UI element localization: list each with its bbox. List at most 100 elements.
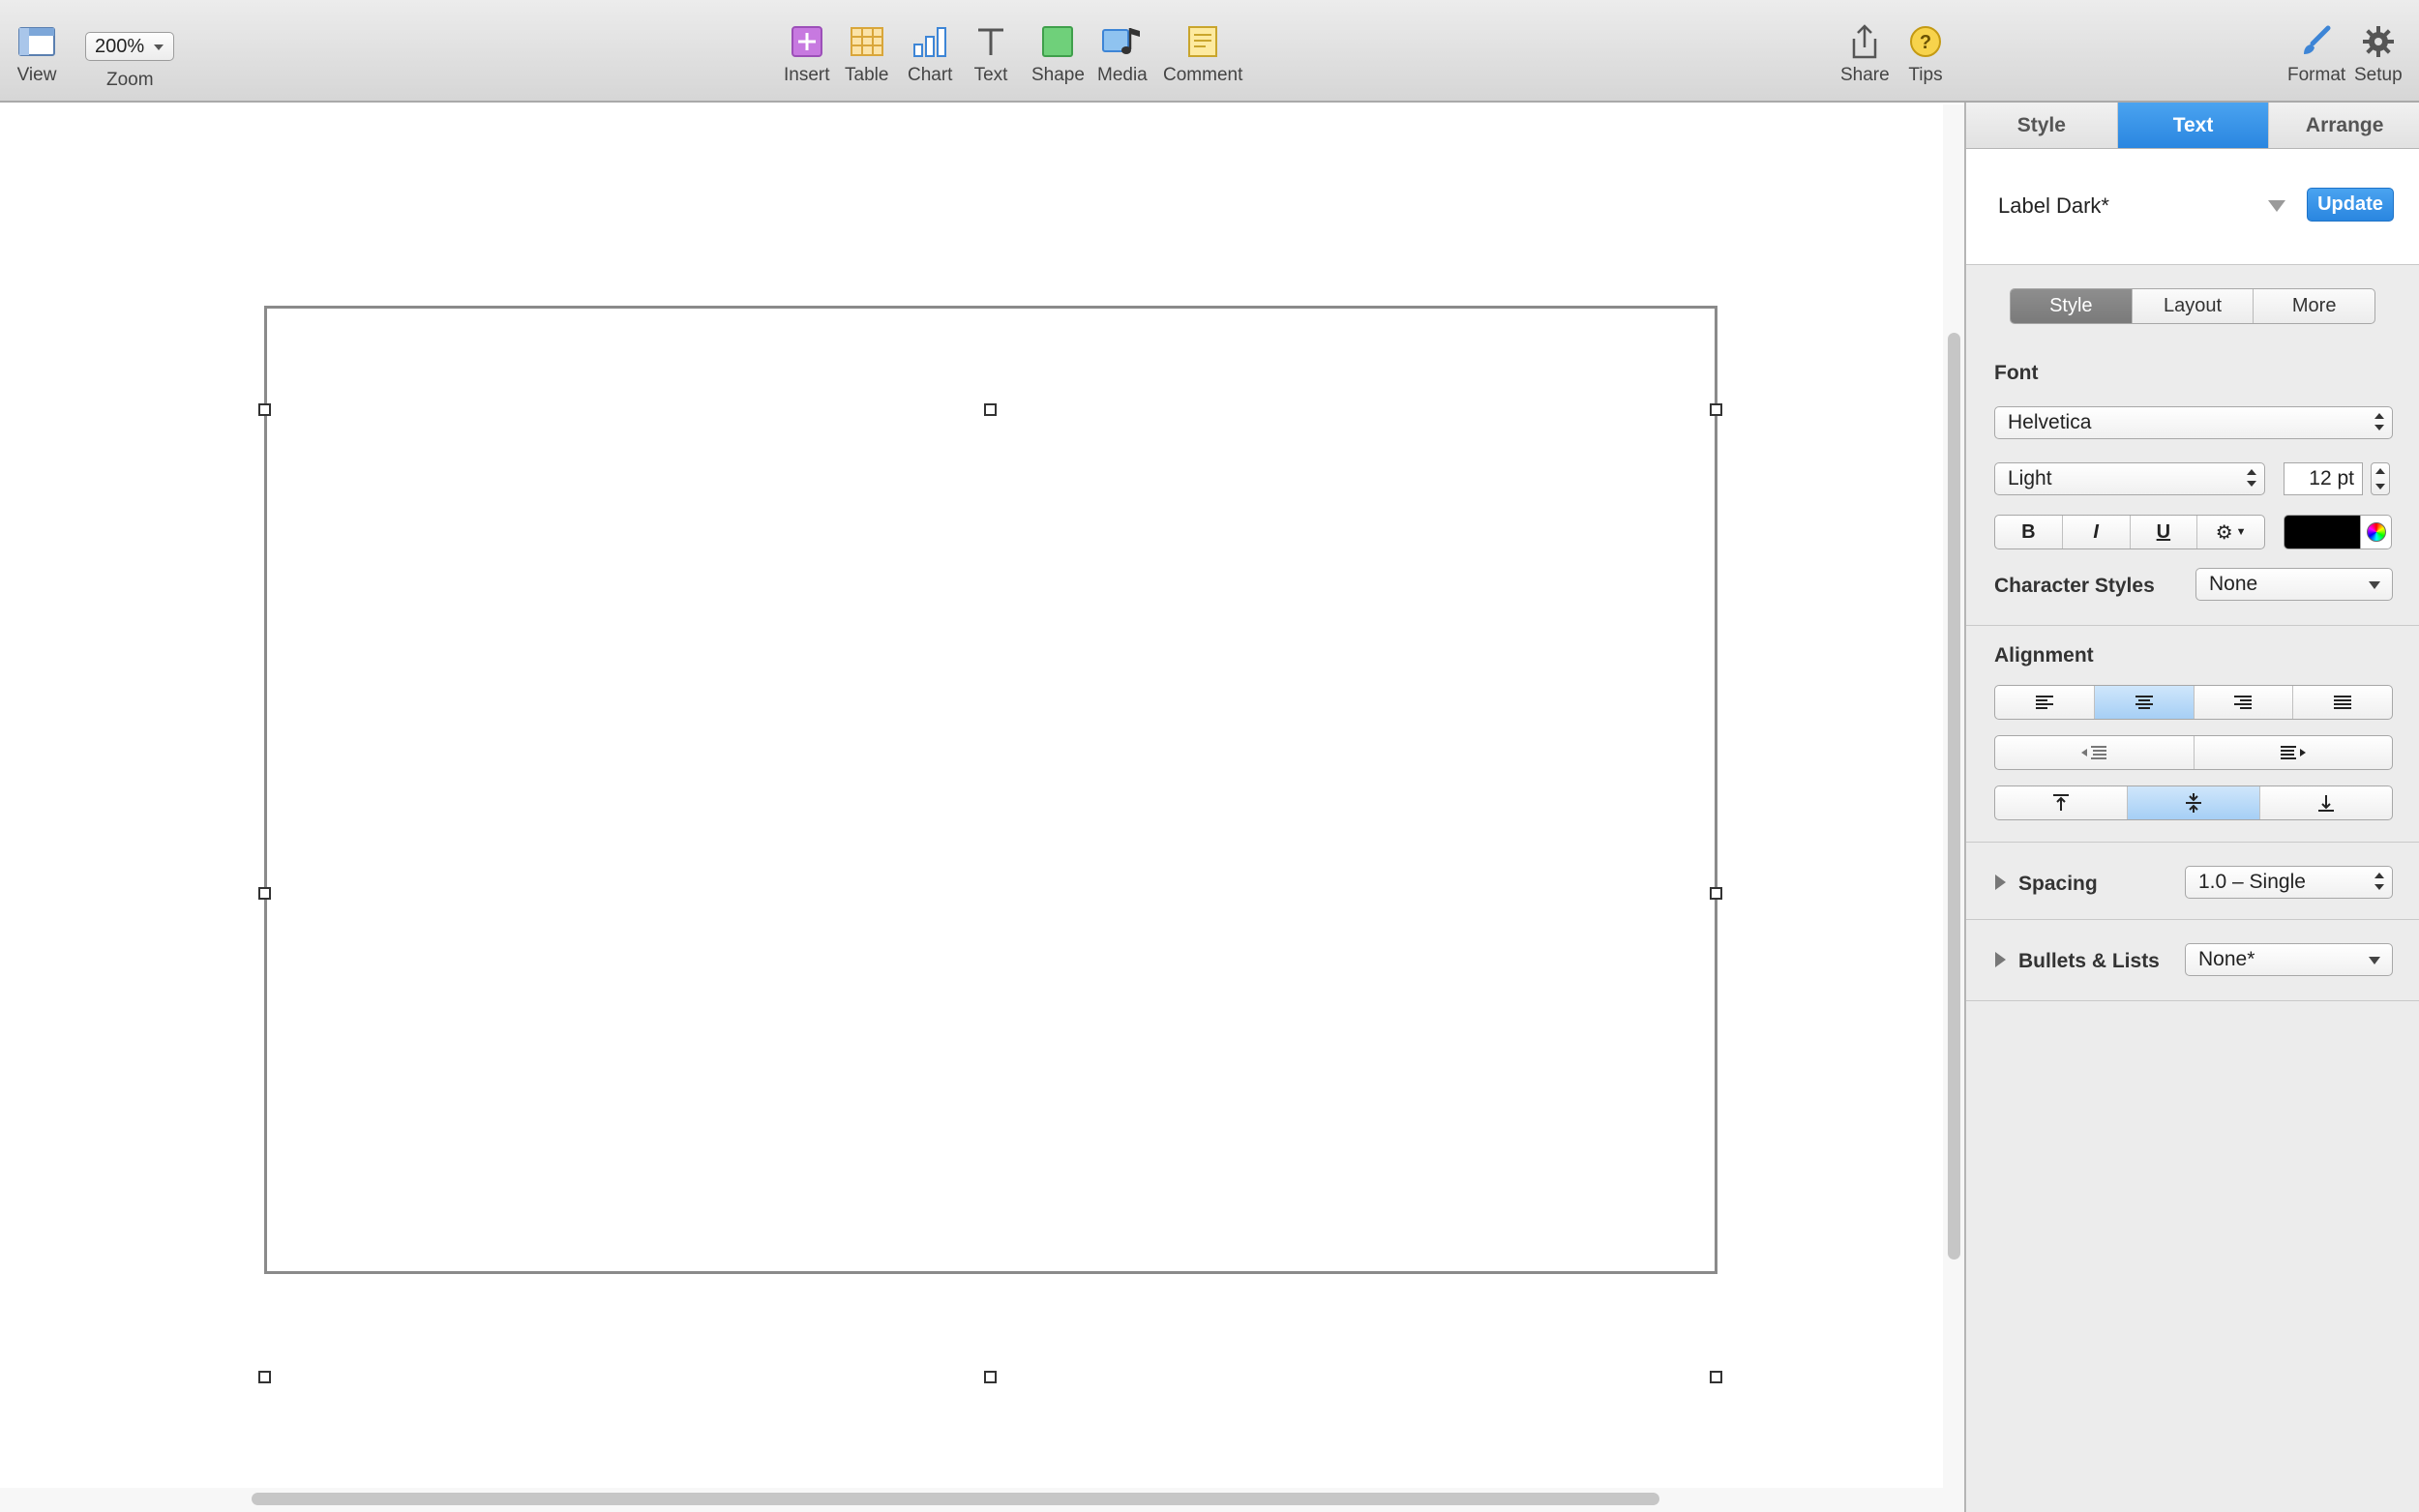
resize-handle-middle-right[interactable] [1710, 887, 1722, 900]
italic-button[interactable]: I [2063, 516, 2131, 548]
chart-button[interactable]: Chart [908, 21, 952, 86]
table-label: Table [845, 65, 889, 85]
shape-button[interactable]: Shape [1031, 21, 1085, 86]
font-section-title: Font [1994, 362, 2039, 384]
text-color-swatch[interactable] [2285, 516, 2360, 548]
insert-button[interactable]: Insert [784, 21, 830, 86]
align-top-icon [2053, 794, 2069, 811]
resize-handle-bottom-right[interactable] [1710, 1371, 1722, 1383]
align-center-button[interactable] [2094, 686, 2195, 719]
share-icon [1843, 21, 1886, 62]
font-family-select[interactable]: Helvetica [1994, 406, 2393, 439]
increase-indent-icon [2280, 746, 2306, 759]
view-icon [15, 21, 58, 62]
text-color-well[interactable] [2284, 515, 2392, 549]
resize-handle-bottom-left[interactable] [258, 1371, 271, 1383]
media-icon [1101, 21, 1144, 62]
align-right-icon [2234, 696, 2253, 709]
table-icon [846, 21, 888, 62]
comment-button[interactable]: Comment [1163, 21, 1242, 86]
increase-indent-button[interactable] [2195, 736, 2393, 769]
setup-label: Setup [2354, 65, 2403, 85]
font-size-stepper[interactable] [2371, 462, 2390, 495]
slide-canvas[interactable] [0, 104, 1943, 1512]
view-label: View [16, 65, 57, 85]
resize-handle-bottom-center[interactable] [984, 1371, 997, 1383]
tips-button[interactable]: ? Tips [1904, 21, 1947, 86]
updown-arrows-icon [2247, 469, 2256, 489]
vertical-alignment-control [1994, 786, 2393, 820]
resize-handle-middle-left[interactable] [258, 887, 271, 900]
align-right-button[interactable] [2195, 686, 2294, 719]
tab-arrange[interactable]: Arrange [2269, 103, 2419, 148]
align-middle-button[interactable] [2128, 786, 2260, 819]
media-label: Media [1097, 65, 1148, 85]
align-justify-button[interactable] [2293, 686, 2392, 719]
align-bottom-icon [2318, 795, 2334, 812]
align-left-button[interactable] [1995, 686, 2095, 719]
subtab-style[interactable]: Style [2011, 289, 2133, 323]
view-button[interactable]: View [15, 21, 58, 86]
share-label: Share [1840, 65, 1890, 85]
share-button[interactable]: Share [1840, 21, 1890, 86]
spacing-label[interactable]: Spacing [2018, 873, 2098, 896]
disclosure-triangle-icon[interactable] [1995, 875, 2006, 890]
character-styles-value: None [2209, 573, 2258, 595]
gear-icon [2357, 21, 2400, 62]
vertical-scrollbar-thumb[interactable] [1948, 333, 1960, 1260]
bold-button[interactable]: B [1995, 516, 2063, 548]
gear-icon: ⚙ [2215, 521, 2233, 544]
chevron-down-icon[interactable] [2268, 200, 2285, 212]
updown-arrows-icon [2374, 873, 2384, 892]
text-tool-icon [970, 21, 1012, 62]
color-wheel-icon [2366, 522, 2386, 542]
divider [1966, 919, 2419, 920]
format-button[interactable]: Format [2287, 21, 2345, 86]
tab-style[interactable]: Style [1966, 103, 2118, 148]
resize-handle-top-left[interactable] [258, 403, 271, 416]
font-style-buttons: B I U ⚙ ▼ [1994, 515, 2265, 549]
zoom-select[interactable]: 200% [85, 32, 174, 61]
zoom-value: 200% [95, 36, 145, 57]
media-button[interactable]: Media [1097, 21, 1148, 86]
character-styles-select[interactable]: None [2195, 568, 2393, 601]
format-inspector: Style Text Arrange Label Dark* Update St… [1964, 103, 2419, 1512]
text-button[interactable]: Text [970, 21, 1012, 86]
paintbrush-icon [2295, 21, 2338, 62]
resize-handle-top-right[interactable] [1710, 403, 1722, 416]
decrease-indent-button[interactable] [1995, 736, 2195, 769]
bullets-lists-select[interactable]: None* [2185, 943, 2393, 976]
divider [1966, 1000, 2419, 1001]
table-button[interactable]: Table [845, 21, 888, 86]
font-size-input[interactable]: 12 pt [2284, 462, 2363, 495]
divider [1966, 625, 2419, 626]
resize-handle-top-center[interactable] [984, 403, 997, 416]
update-style-button[interactable]: Update [2307, 188, 2394, 222]
help-icon: ? [1904, 21, 1947, 62]
color-picker-button[interactable] [2360, 516, 2391, 548]
disclosure-triangle-icon[interactable] [1995, 952, 2006, 967]
font-typeface-select[interactable]: Light [1994, 462, 2265, 495]
divider [1966, 842, 2419, 843]
setup-button[interactable]: Setup [2354, 21, 2403, 86]
alignment-section-title: Alignment [1994, 644, 2094, 667]
subtab-more[interactable]: More [2254, 289, 2374, 323]
align-top-button[interactable] [1995, 786, 2128, 819]
paragraph-style-name[interactable]: Label Dark* [1998, 193, 2109, 219]
updown-arrows-icon [2374, 413, 2384, 432]
text-options-button[interactable]: ⚙ ▼ [2197, 516, 2264, 548]
align-bottom-button[interactable] [2260, 786, 2392, 819]
subtab-layout[interactable]: Layout [2133, 289, 2255, 323]
zoom-label: Zoom [106, 70, 154, 90]
indent-control [1994, 735, 2393, 770]
format-label: Format [2287, 65, 2346, 85]
spacing-select[interactable]: 1.0 – Single [2185, 866, 2393, 899]
underline-button[interactable]: U [2131, 516, 2198, 548]
horizontal-scrollbar-thumb[interactable] [252, 1493, 1659, 1505]
chevron-down-icon [2369, 581, 2380, 589]
underline-label: U [2156, 520, 2171, 543]
tab-text[interactable]: Text [2117, 103, 2270, 148]
insert-icon [786, 21, 828, 62]
bullets-lists-label[interactable]: Bullets & Lists [2018, 950, 2160, 973]
selected-text-box[interactable] [264, 306, 1717, 1274]
